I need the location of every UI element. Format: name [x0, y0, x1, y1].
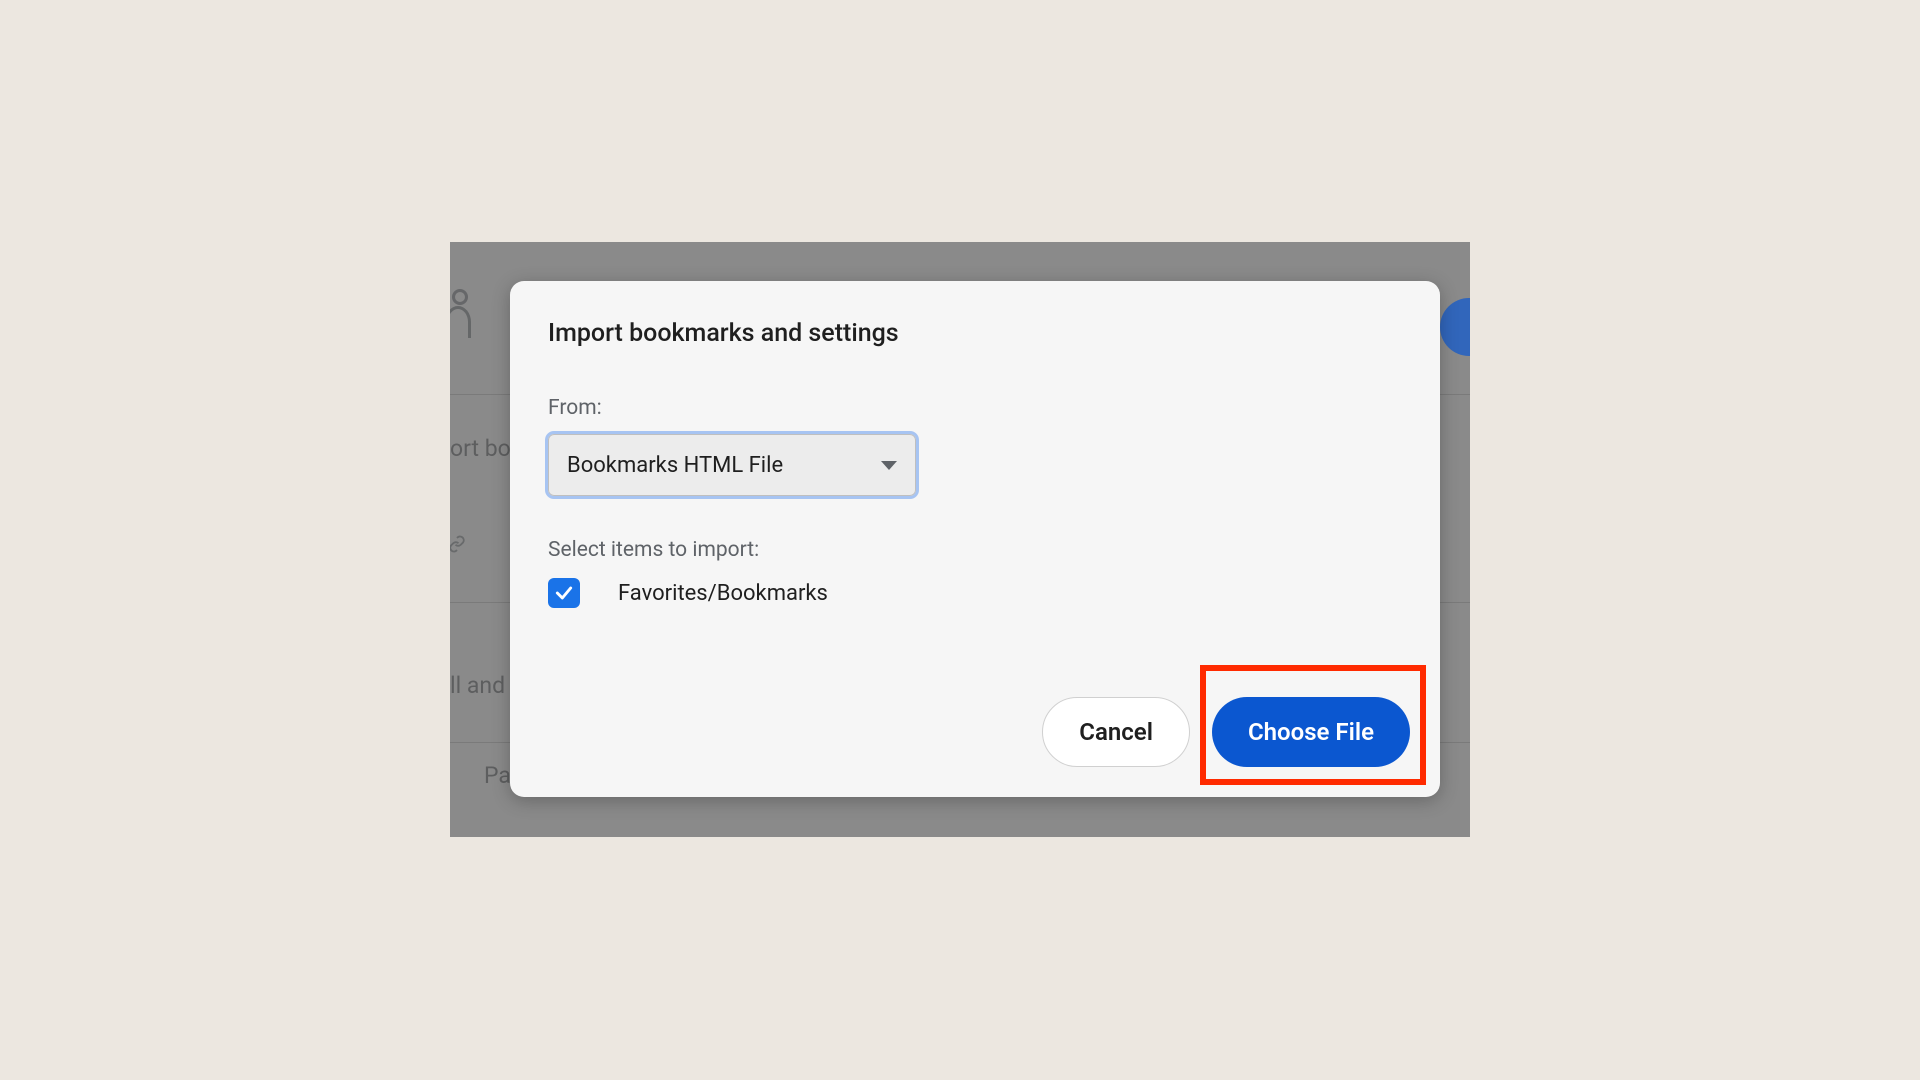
from-label: From:: [548, 396, 1402, 420]
import-bookmarks-dialog: Import bookmarks and settings From: Book…: [510, 281, 1440, 797]
favorites-checkbox-label: Favorites/Bookmarks: [618, 581, 828, 606]
favorites-checkbox[interactable]: [548, 578, 580, 608]
screenshot-canvas: ort bo ll and Pa Import bookmarks and se…: [232, 130, 1688, 950]
choose-file-button[interactable]: Choose File: [1212, 697, 1410, 767]
check-icon: [554, 583, 574, 603]
background-text-fragment: Pa: [484, 762, 511, 789]
dialog-button-row: Cancel Choose File: [1042, 697, 1410, 767]
background-pill-button: [1440, 298, 1470, 356]
cancel-button[interactable]: Cancel: [1042, 697, 1190, 767]
link-icon: [450, 535, 466, 553]
from-select-value: Bookmarks HTML File: [567, 453, 783, 478]
background-text-fragment: ll and: [450, 672, 505, 699]
from-select[interactable]: Bookmarks HTML File: [548, 434, 916, 496]
dialog-title: Import bookmarks and settings: [548, 319, 1402, 348]
caret-down-icon: [881, 461, 897, 470]
avatar-icon-body: [450, 306, 471, 338]
background-text-fragment: ort bo: [450, 435, 511, 462]
select-items-label: Select items to import:: [548, 538, 1402, 562]
import-item-row: Favorites/Bookmarks: [548, 578, 1402, 608]
avatar-icon: [452, 289, 468, 305]
